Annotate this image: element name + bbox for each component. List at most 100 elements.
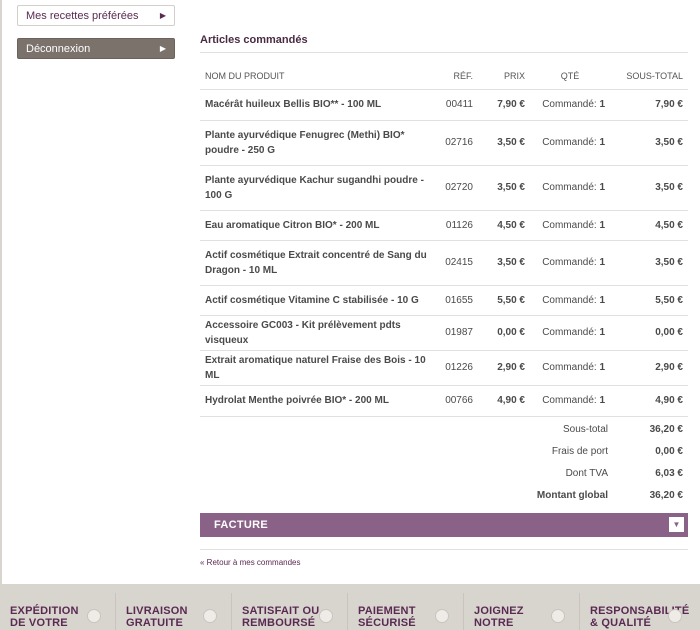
column-header-subtotal: SOUS-TOTAL: [610, 64, 688, 90]
order-items-table: NOM DU PRODUIT RÉF. PRIX QTÉ SOUS-TOTAL …: [200, 64, 688, 417]
product-qty: Commandé: 1: [530, 285, 610, 316]
qty-value: 1: [599, 362, 605, 373]
table-row: Actif cosmétique Vitamine C stabilisée -…: [200, 285, 688, 316]
product-qty: Commandé: 1: [530, 240, 610, 286]
product-subtotal: 5,50 €: [610, 285, 688, 316]
totals-label: Sous-total: [562, 424, 608, 435]
footer-reassurance-item[interactable]: PAIEMENT SÉCURISÉ: [348, 593, 464, 630]
reassurance-icon: [435, 609, 449, 623]
qty-prefix: Commandé:: [542, 137, 597, 148]
column-header-price: PRIX: [478, 64, 530, 90]
product-price: 0,00 €: [478, 315, 530, 351]
page: Mes recettes préférées ▶ Déconnexion ▶ A…: [0, 0, 700, 584]
product-ref: 01226: [440, 350, 478, 386]
table-row: Macérât huileux Bellis BIO** - 100 ML 004…: [200, 89, 688, 121]
product-name: Plante ayurvédique Fenugrec (Methi) BIO*…: [200, 120, 440, 166]
product-qty: Commandé: 1: [530, 350, 610, 386]
back-to-orders-link[interactable]: « Retour à mes commandes: [200, 558, 301, 567]
order-totals: Sous-total 36,20 € Frais de port 0,00 € …: [200, 419, 688, 507]
footer-reassurance-item[interactable]: LIVRAISON GRATUITE: [116, 593, 232, 630]
qty-prefix: Commandé:: [542, 327, 597, 338]
column-header-product: NOM DU PRODUIT: [200, 64, 440, 90]
product-name: Actif cosmétique Vitamine C stabilisée -…: [200, 285, 440, 316]
sidebar-item-favorite-recipes[interactable]: Mes recettes préférées ▶: [17, 5, 175, 26]
table-row: Hydrolat Menthe poivrée BIO* - 200 ML 007…: [200, 385, 688, 417]
chevron-down-icon[interactable]: ▼: [668, 516, 685, 533]
footer-reassurance-item[interactable]: JOIGNEZ NOTRE: [464, 593, 580, 630]
table-row: Accessoire GC003 - Kit prélèvement pdts …: [200, 315, 688, 351]
qty-value: 1: [599, 327, 605, 338]
product-subtotal: 3,50 €: [610, 165, 688, 211]
qty-value: 1: [599, 294, 605, 306]
product-qty: Commandé: 1: [530, 89, 610, 121]
chevron-right-icon: ▶: [159, 44, 166, 53]
qty-prefix: Commandé:: [542, 362, 597, 373]
back-to-orders-link-wrap: « Retour à mes commandes: [200, 549, 688, 567]
product-name: Macérât huileux Bellis BIO** - 100 ML: [200, 89, 440, 121]
product-name: Plante ayurvédique Kachur sugandhi poudr…: [200, 165, 440, 211]
product-qty: Commandé: 1: [530, 315, 610, 351]
product-ref: 00766: [440, 385, 478, 417]
product-price: 3,50 €: [478, 240, 530, 286]
chevron-right-icon: ▶: [159, 11, 166, 20]
table-header-row: NOM DU PRODUIT RÉF. PRIX QTÉ SOUS-TOTAL: [200, 64, 688, 90]
footer-reassurance-item[interactable]: RESPONSABILITÉ & QUALITÉ: [580, 593, 696, 630]
sidebar: Mes recettes préférées ▶ Déconnexion ▶: [17, 5, 175, 59]
product-price: 7,90 €: [478, 89, 530, 121]
product-qty: Commandé: 1: [530, 120, 610, 166]
footer-reassurance-item[interactable]: SATISFAIT OU REMBOURSÉ: [232, 593, 348, 630]
product-subtotal: 0,00 €: [610, 315, 688, 351]
sidebar-item-logout[interactable]: Déconnexion ▶: [17, 38, 175, 59]
qty-value: 1: [599, 99, 605, 110]
product-qty: Commandé: 1: [530, 165, 610, 211]
totals-row-grand-total: Montant global 36,20 €: [200, 485, 688, 507]
totals-value: 36,20 €: [649, 490, 683, 501]
qty-value: 1: [599, 182, 605, 193]
product-subtotal: 4,50 €: [610, 210, 688, 241]
footer-reassurance-item[interactable]: EXPÉDITION DE VOTRE: [0, 593, 116, 630]
product-subtotal: 4,90 €: [610, 385, 688, 417]
product-qty: Commandé: 1: [530, 210, 610, 241]
totals-label: Frais de port: [551, 446, 608, 457]
column-header-ref: RÉF.: [440, 64, 478, 90]
product-subtotal: 2,90 €: [610, 350, 688, 386]
qty-value: 1: [599, 257, 605, 268]
qty-value: 1: [599, 395, 605, 406]
totals-row-shipping: Frais de port 0,00 €: [200, 441, 688, 463]
product-price: 3,50 €: [478, 165, 530, 211]
product-price: 4,50 €: [478, 210, 530, 241]
product-name: Extrait aromatique naturel Fraise des Bo…: [200, 350, 440, 386]
sidebar-item-label: Mes recettes préférées: [26, 9, 139, 22]
product-price: 4,90 €: [478, 385, 530, 417]
totals-value: 36,20 €: [649, 424, 683, 435]
table-row: Extrait aromatique naturel Fraise des Bo…: [200, 350, 688, 386]
invoice-title: FACTURE: [214, 518, 269, 531]
qty-prefix: Commandé:: [542, 182, 597, 193]
invoice-panel-header[interactable]: FACTURE ▼: [200, 512, 688, 537]
reassurance-icon: [87, 609, 101, 623]
product-qty: Commandé: 1: [530, 385, 610, 417]
footer-reassurance-bar: EXPÉDITION DE VOTRE LIVRAISON GRATUITE SATIS…: [0, 593, 700, 630]
qty-prefix: Commandé:: [542, 257, 597, 268]
table-row: Plante ayurvédique Kachur sugandhi poudr…: [200, 165, 688, 211]
totals-row-tax: Dont TVA 6,03 €: [200, 463, 688, 485]
product-subtotal: 3,50 €: [610, 240, 688, 286]
reassurance-icon: [551, 609, 565, 623]
product-name: Actif cosmétique Extrait concentré de Sa…: [200, 240, 440, 286]
product-price: 5,50 €: [478, 285, 530, 316]
table-row: Plante ayurvédique Fenugrec (Methi) BIO*…: [200, 120, 688, 166]
reassurance-icon: [203, 609, 217, 623]
product-price: 3,50 €: [478, 120, 530, 166]
product-name: Hydrolat Menthe poivrée BIO* - 200 ML: [200, 385, 440, 417]
product-subtotal: 3,50 €: [610, 120, 688, 166]
reassurance-icon: [319, 609, 333, 623]
product-subtotal: 7,90 €: [610, 89, 688, 121]
qty-prefix: Commandé:: [542, 395, 597, 406]
qty-prefix: Commandé:: [542, 219, 597, 231]
section-title: Articles commandés: [200, 34, 688, 53]
product-name: Accessoire GC003 - Kit prélèvement pdts …: [200, 315, 440, 351]
product-ref: 01987: [440, 315, 478, 351]
table-row: Actif cosmétique Extrait concentré de Sa…: [200, 240, 688, 286]
product-ref: 02415: [440, 240, 478, 286]
totals-value: 0,00 €: [655, 446, 683, 457]
